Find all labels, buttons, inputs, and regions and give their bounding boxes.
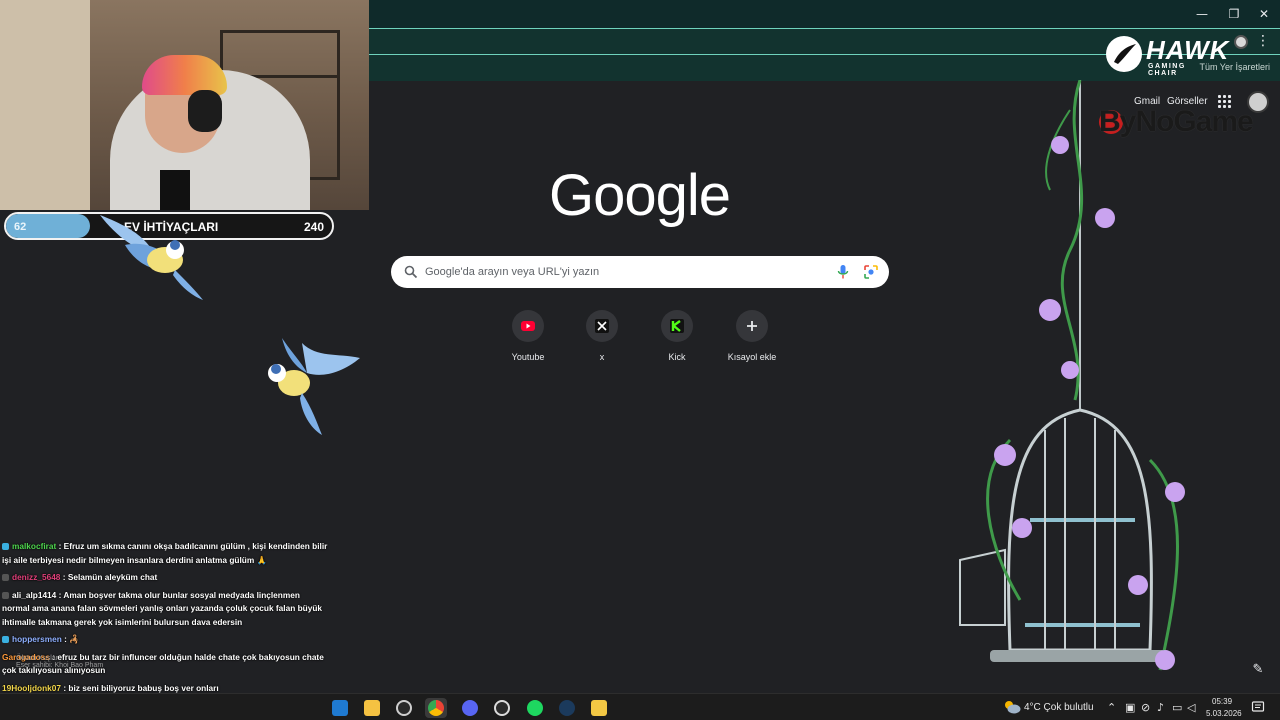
shortcut-youtube[interactable]: Youtube	[493, 310, 563, 362]
birdcage-vine-decoration	[959, 80, 1185, 671]
watermark-title: Öküzü Kuşlar	[16, 655, 59, 662]
minimize-button[interactable]: —	[1191, 4, 1213, 24]
chat-username: malkocfirat	[12, 541, 57, 551]
clock-time[interactable]: 05:39	[1212, 697, 1232, 706]
app-icon[interactable]	[588, 698, 610, 718]
chat-username: denizz_5648	[12, 572, 61, 582]
network-icon[interactable]: ▭	[1172, 701, 1182, 714]
weather-cloud-icon[interactable]	[1003, 699, 1021, 715]
goal-target: 240	[303, 220, 324, 234]
shortcut-label: x	[599, 352, 605, 362]
chat-separator: :	[60, 572, 68, 582]
menu-dots-icon[interactable]: ⋮	[1256, 33, 1270, 49]
search-input[interactable]: Google'da arayın veya URL'yi yazın	[425, 266, 599, 278]
chat-message: denizz_5648 : Selamün aleyküm chat	[0, 569, 330, 587]
discord-icon[interactable]	[459, 698, 481, 718]
steam-icon[interactable]	[556, 698, 578, 718]
profile-avatar[interactable]	[1234, 35, 1248, 49]
webcam-headset	[188, 90, 222, 132]
chat-separator: :	[56, 541, 64, 551]
file-explorer-icon[interactable]	[361, 698, 383, 718]
close-button[interactable]: ✕	[1253, 4, 1275, 24]
tray-chevron-icon[interactable]: ⌃	[1107, 701, 1116, 714]
spotify-icon[interactable]	[524, 698, 546, 718]
chat-text: biz seni biliyoruz babuş boş ver onları	[68, 682, 219, 693]
chrome-icon[interactable]	[425, 698, 447, 718]
chat-username: hoppersmen	[12, 634, 62, 644]
shortcut-label: Youtube	[511, 352, 545, 362]
tray-app-icon[interactable]: ⊘	[1141, 701, 1150, 714]
chat-text: Selamün aleyküm chat	[67, 572, 158, 582]
restore-button[interactable]: ❐	[1223, 4, 1245, 24]
customize-edit-icon[interactable]: ✎	[1248, 662, 1268, 682]
chat-username: ali_alp1414	[12, 589, 57, 600]
google-logo: Google	[549, 163, 731, 228]
youtube-icon	[512, 310, 544, 342]
weather-text[interactable]: 4°C Çok bulutlu	[1024, 702, 1094, 713]
chat-message: malkocfirat : Efruz um sıkma canını okşa…	[0, 538, 330, 569]
plus-icon	[736, 310, 768, 342]
chat-text: 🦂	[69, 634, 80, 644]
hawk-logo: HAWK GAMING CHAIR	[1106, 34, 1228, 77]
chat-message: ali_alp1414 : Aman boşver takma olur bun…	[0, 587, 330, 632]
chat-username: 19Hooljdonk07	[2, 682, 62, 693]
volume-icon[interactable]: ◁	[1187, 701, 1195, 714]
shortcut-add[interactable]: Kısayol ekle	[717, 310, 787, 362]
webcam-feed	[0, 0, 369, 210]
microphone-icon[interactable]	[837, 264, 849, 280]
search-box[interactable]: Google'da arayın veya URL'yi yazın	[391, 256, 889, 288]
hawk-emblem-icon	[1106, 36, 1142, 72]
chat-badge-icon	[2, 636, 9, 643]
outlook-icon[interactable]	[329, 698, 351, 718]
search-icon	[404, 265, 418, 279]
chat-overlay: malkocfirat : Efruz um sıkma canını okşa…	[0, 538, 330, 720]
x-icon	[586, 310, 618, 342]
browser-titlebar: — ❐ ✕	[369, 0, 1280, 28]
shortcut-kick[interactable]: Kick	[642, 310, 712, 362]
chat-badge-icon	[2, 574, 9, 581]
webcam-microphone	[160, 170, 190, 210]
shortcut-label: Kısayol ekle	[727, 352, 777, 362]
tray-app-icon[interactable]: ▣	[1125, 701, 1135, 714]
taskbar: 4°C Çok bulutlu ⌃ ▣ ⊘ ♪ ▭ ◁ 05:39 5.03.2…	[0, 693, 1280, 720]
google-lens-icon[interactable]	[863, 264, 879, 280]
hawk-subtitle: GAMING CHAIR	[1148, 63, 1186, 77]
clock-date[interactable]: 5.03.2026	[1206, 709, 1242, 718]
chat-message: hoppersmen : 🦂	[0, 631, 330, 649]
screen: — ❐ ✕ ⋮ Tüm Yer İşaretleri HAWK GAMING C…	[0, 0, 1280, 720]
microphone-icon[interactable]: ♪	[1157, 701, 1164, 714]
hawk-wordmark: HAWK	[1146, 35, 1230, 65]
webcam-wall	[0, 0, 90, 210]
shortcut-label: Kick	[668, 352, 686, 362]
obs-icon[interactable]	[491, 698, 513, 718]
chat-badge-icon	[2, 591, 9, 599]
chat-watermark: Öküzü Kuşlar Eser sahibi: Khoi Bao Pham	[16, 655, 103, 669]
webcam-person-hair	[142, 55, 227, 95]
notification-icon[interactable]	[1251, 700, 1265, 714]
xbox-icon[interactable]	[393, 698, 415, 718]
watermark-author: Eser sahibi: Khoi Bao Pham	[16, 662, 104, 669]
bird-icon	[100, 215, 203, 300]
kick-icon	[661, 310, 693, 342]
chat-badge-icon	[2, 543, 9, 550]
goal-current: 62	[14, 221, 27, 233]
bird-icon	[268, 338, 360, 435]
shortcut-x[interactable]: x	[567, 310, 637, 362]
